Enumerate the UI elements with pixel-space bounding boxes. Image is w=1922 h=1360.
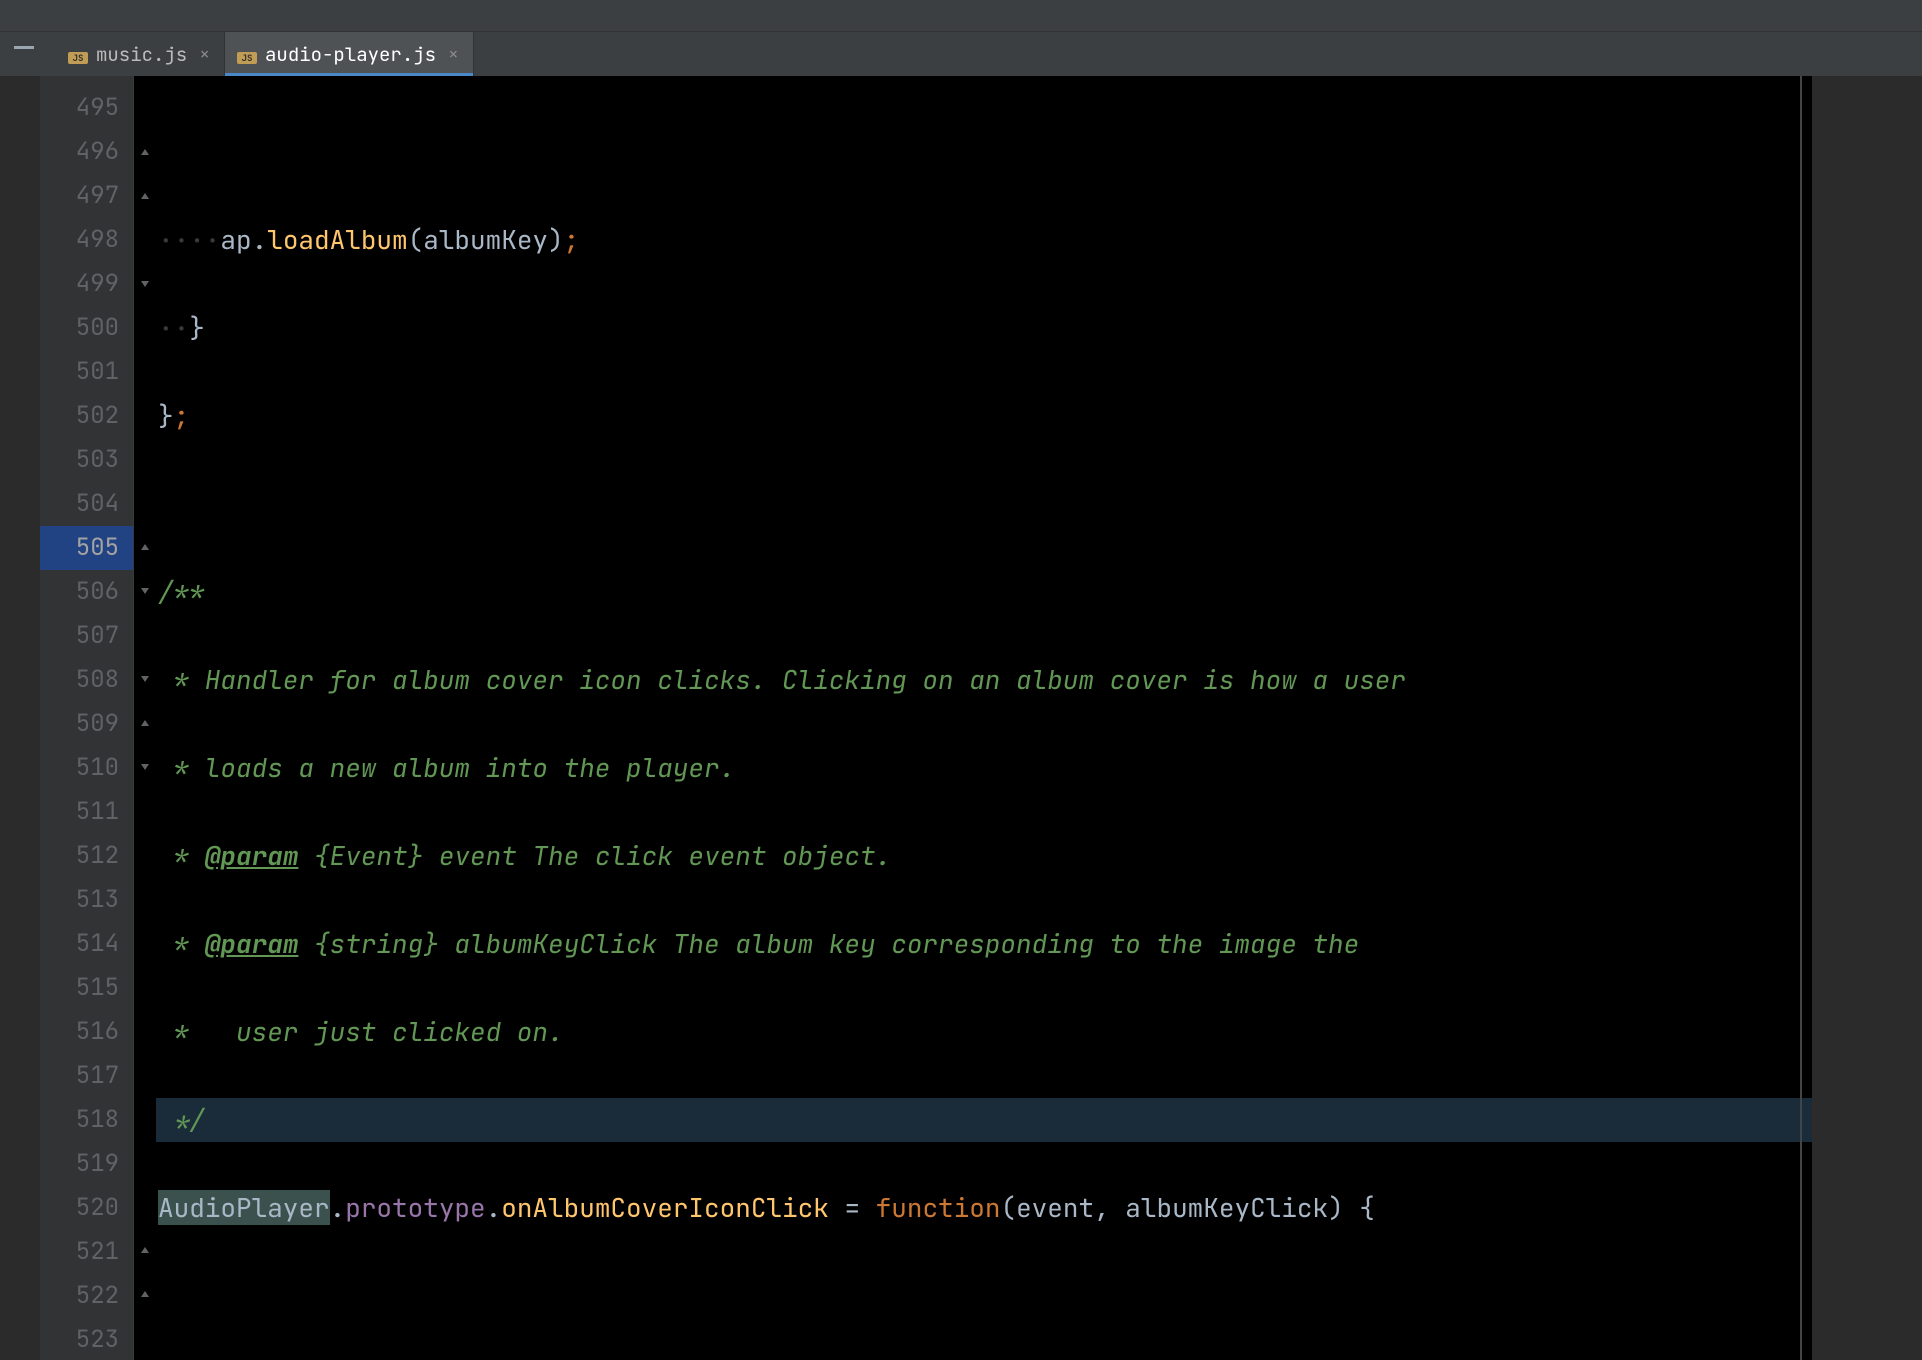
tab-audio-player-js[interactable]: JS audio-player.js × [225,32,474,76]
line-number[interactable]: 501 [40,350,133,394]
line-number[interactable]: 502 [40,394,133,438]
fold-gutter-cell [134,218,156,262]
line-number[interactable]: 513 [40,878,133,922]
fold-open-icon[interactable] [134,745,156,789]
line-number[interactable]: 521 [40,1230,133,1274]
code-line[interactable]: ····ap.loadAlbum(albumKey); [156,218,1812,262]
right-margin-line [1800,76,1802,1360]
fold-open-icon[interactable] [134,569,156,613]
code-line[interactable]: * Handler for album cover icon clicks. C… [156,658,1812,702]
fold-gutter-cell [134,613,156,657]
fold-gutter-cell [134,921,156,965]
line-number[interactable]: 503 [40,438,133,482]
line-number[interactable]: 516 [40,1010,133,1054]
fold-gutter-cell [134,1184,156,1228]
line-number[interactable]: 520 [40,1186,133,1230]
line-number[interactable]: 499 [40,262,133,306]
title-bar [0,0,1922,32]
line-number[interactable]: 510 [40,746,133,790]
fold-close-icon[interactable] [134,130,156,174]
line-number[interactable]: 518 [40,1098,133,1142]
menu-icon[interactable] [14,46,34,49]
fold-gutter-cell [134,789,156,833]
fold-open-icon[interactable] [134,262,156,306]
code-line[interactable]: */ [156,1098,1812,1142]
line-number[interactable]: 509 [40,702,133,746]
line-number[interactable]: 515 [40,966,133,1010]
line-number[interactable]: 514 [40,922,133,966]
fold-open-icon[interactable] [134,657,156,701]
fold-close-icon[interactable] [134,1272,156,1316]
line-number[interactable]: 498 [40,218,133,262]
tab-label: audio-player.js [265,42,436,67]
line-number[interactable]: 507 [40,614,133,658]
line-number-gutter[interactable]: 4954964974984995005015025035045055065075… [40,76,134,1360]
fold-gutter-cell [134,394,156,438]
code-line[interactable]: * @param {string} albumKeyClick The albu… [156,922,1812,966]
close-icon[interactable]: × [448,43,459,66]
fold-gutter-cell [134,86,156,130]
code-area[interactable]: ····ap.loadAlbum(albumKey); ··} }; /** *… [156,76,1812,1360]
tab-label: music.js [96,42,187,67]
code-line[interactable]: * loads a new album into the player. [156,746,1812,790]
code-line[interactable]: AudioPlayer.prototype.onAlbumCoverIconCl… [156,1186,1812,1230]
fold-close-icon[interactable] [134,701,156,745]
line-number[interactable]: 519 [40,1142,133,1186]
line-number[interactable]: 511 [40,790,133,834]
fold-gutter-cell [134,1316,156,1360]
code-line[interactable]: * user just clicked on. [156,1010,1812,1054]
code-line[interactable] [156,1274,1812,1318]
fold-gutter-cell [134,1141,156,1185]
code-line[interactable]: }; [156,394,1812,438]
line-number[interactable]: 508 [40,658,133,702]
line-number[interactable]: 517 [40,1054,133,1098]
line-number[interactable]: 504 [40,482,133,526]
tab-bar: JS music.js × JS audio-player.js × [0,32,1922,76]
line-number[interactable]: 495 [40,86,133,130]
code-line[interactable] [156,482,1812,526]
close-icon[interactable]: × [199,43,210,66]
line-number[interactable]: 522 [40,1274,133,1318]
line-number[interactable]: 512 [40,834,133,878]
fold-gutter-cell [134,877,156,921]
right-panel [1812,76,1922,1360]
line-number[interactable]: 500 [40,306,133,350]
fold-gutter-cell [134,833,156,877]
line-number[interactable]: 506 [40,570,133,614]
fold-gutter-cell [134,481,156,525]
js-file-icon: JS [237,44,257,64]
fold-gutter-cell [134,1097,156,1141]
fold-column[interactable] [134,76,156,1360]
fold-gutter-cell [134,1053,156,1097]
fold-gutter-cell [134,1009,156,1053]
code-line[interactable]: /** [156,570,1812,614]
fold-close-icon[interactable] [134,525,156,569]
fold-close-icon[interactable] [134,1228,156,1272]
line-number[interactable]: 496 [40,130,133,174]
editor: 4954964974984995005015025035045055065075… [0,76,1922,1360]
code-line[interactable]: ··} [156,306,1812,350]
js-file-icon: JS [68,44,88,64]
fold-gutter-cell [134,965,156,1009]
code-line[interactable]: * @param {Event} event The click event o… [156,834,1812,878]
line-number[interactable]: 505 [40,526,133,570]
fold-close-icon[interactable] [134,174,156,218]
line-number[interactable]: 523 [40,1318,133,1360]
line-number[interactable]: 497 [40,174,133,218]
fold-gutter-cell [134,438,156,482]
fold-gutter-cell [134,350,156,394]
fold-gutter-cell [134,306,156,350]
left-margin [0,76,40,1360]
tab-music-js[interactable]: JS music.js × [56,32,225,76]
